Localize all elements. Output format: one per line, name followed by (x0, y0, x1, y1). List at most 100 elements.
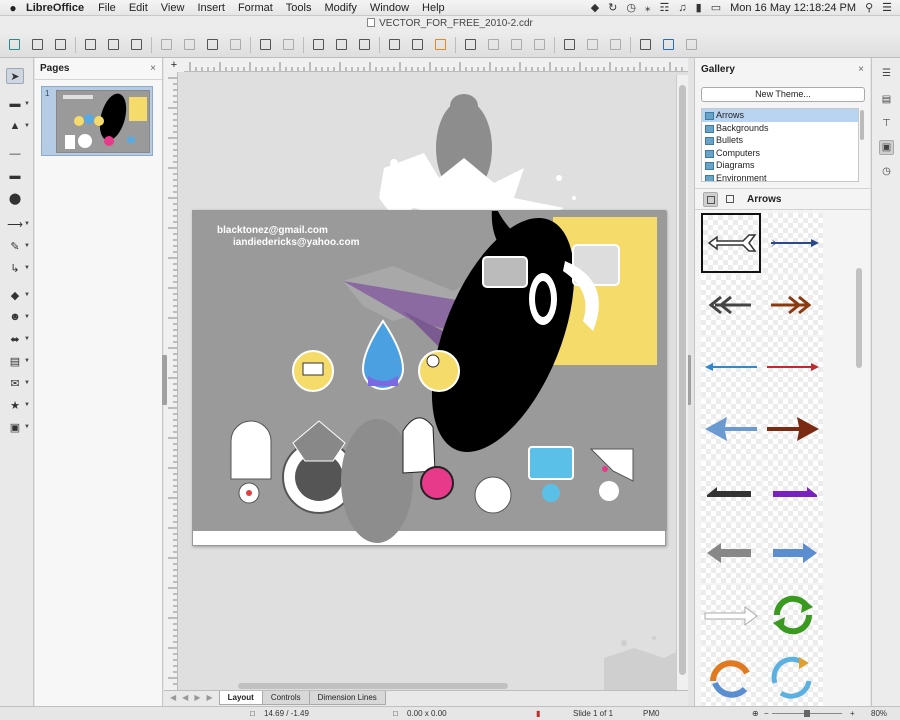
gallery-item-cycle-green[interactable] (763, 585, 823, 645)
master-slides-icon[interactable]: ▤ (879, 92, 894, 107)
theme-item-environment[interactable]: Environment (702, 172, 858, 181)
fit-zoom-icon[interactable]: ⊕ (752, 709, 759, 718)
line-tool-icon[interactable]: — (6, 146, 24, 162)
gallery-item-arrow-red-thin[interactable] (763, 337, 823, 397)
select-tool-icon[interactable]: ➤ (6, 68, 24, 84)
menu-window[interactable]: Window (370, 2, 409, 14)
basic-shapes-icon[interactable]: ◆ ▼ (6, 287, 30, 303)
gallery-item-arrow-light-blue[interactable] (763, 523, 823, 583)
properties-icon[interactable]: ☰ (879, 66, 894, 81)
slide-email-1[interactable]: blacktonez@gmail.com (217, 225, 328, 236)
horizontal-scroll-thumb[interactable] (238, 683, 508, 689)
menu-modify[interactable]: Modify (324, 2, 356, 14)
tab-nav-prev-icon[interactable]: ◀ (182, 691, 188, 705)
helplines-icon[interactable] (333, 36, 350, 53)
callouts-icon[interactable]: ✉ ▼ (6, 375, 30, 391)
undo-icon[interactable] (257, 36, 274, 53)
drawing-canvas[interactable]: + blacktonez@gmail.com iandiedericks@yah… (164, 58, 688, 690)
export-icon[interactable] (82, 36, 99, 53)
apple-icon[interactable]: ● (0, 1, 26, 15)
tab-nav-next-icon[interactable]: ▶ (194, 691, 200, 705)
3d-objects-icon[interactable]: ▣ ▼ (6, 419, 30, 435)
pages-panel-collapse-handle[interactable] (162, 355, 167, 405)
fill-color-icon[interactable]: ▲ ▼ (6, 118, 30, 134)
theme-list-scrollbar[interactable] (859, 108, 865, 182)
sync-icon[interactable]: ↻ (608, 1, 617, 14)
crop-icon[interactable] (584, 36, 601, 53)
page-thumbnail[interactable] (56, 90, 150, 153)
gallery-item-arrow-dark-flat[interactable] (701, 461, 761, 521)
zoom-in-icon[interactable]: + (850, 709, 855, 718)
tab-nav-last-icon[interactable]: ▶ (206, 691, 212, 705)
points-icon[interactable] (637, 36, 654, 53)
menu-file[interactable]: File (98, 2, 116, 14)
print-icon[interactable] (128, 36, 145, 53)
canvas-vertical-scrollbar[interactable] (676, 75, 688, 690)
distribute-icon[interactable] (531, 36, 548, 53)
arrange-icon[interactable] (508, 36, 525, 53)
gallery-item-double-chevron-right[interactable] (763, 275, 823, 335)
app-menu[interactable]: LibreOffice (26, 2, 84, 14)
flowchart-icon[interactable]: ▤ ▼ (6, 353, 30, 369)
gallery-item-double-chevron-left[interactable] (701, 275, 761, 335)
gallery-icon[interactable]: ▣ (879, 140, 894, 155)
battery-icon[interactable]: ▮ (696, 1, 702, 14)
paste-icon[interactable] (204, 36, 221, 53)
gallery-item-arrow-purple-flat[interactable] (763, 461, 823, 521)
spotlight-icon[interactable]: ⚲ (865, 1, 873, 14)
export-pdf-icon[interactable] (105, 36, 122, 53)
new-theme-button[interactable]: New Theme... (701, 87, 865, 102)
gallery-item-cycle-blue[interactable] (763, 647, 823, 707)
bluetooth-icon[interactable]: ⁎ (645, 1, 651, 14)
theme-item-arrows[interactable]: Arrows (702, 109, 858, 122)
notification-center-icon[interactable]: ☰ (882, 1, 892, 14)
document-modified-icon[interactable]: ▮ (536, 709, 540, 718)
image-icon[interactable] (386, 36, 403, 53)
menu-insert[interactable]: Insert (197, 2, 225, 14)
curve-tool-icon[interactable]: ✎ ▼ (6, 238, 30, 254)
line-arrow-tool-icon[interactable]: ⟶ ▼ (6, 216, 30, 232)
rectangle-tool-icon[interactable]: ▬ (6, 168, 24, 184)
pages-panel-close-icon[interactable]: × (150, 58, 156, 80)
gallery-item-arrow-brown-bold[interactable] (763, 399, 823, 459)
menu-help[interactable]: Help (422, 2, 445, 14)
menu-tools[interactable]: Tools (286, 2, 312, 14)
redo-icon[interactable] (280, 36, 297, 53)
zoom-out-icon[interactable]: − (764, 709, 769, 718)
theme-list-scroll-thumb[interactable] (860, 110, 864, 140)
slide-email-2[interactable]: iandiedericks@yahoo.com (233, 237, 359, 248)
stars-icon[interactable]: ★ ▼ (6, 397, 30, 413)
copy-icon[interactable] (181, 36, 198, 53)
textbox-icon[interactable] (409, 36, 426, 53)
icon-view-icon[interactable] (703, 192, 718, 207)
block-arrows-icon[interactable]: ⬌ ▼ (6, 331, 30, 347)
theme-item-computers[interactable]: Computers (702, 147, 858, 160)
glue-points-icon[interactable] (660, 36, 677, 53)
menu-view[interactable]: View (161, 2, 185, 14)
vertical-scroll-thumb[interactable] (679, 85, 686, 675)
slide-page[interactable]: blacktonez@gmail.com iandiedericks@yahoo… (192, 210, 667, 546)
line-color-icon[interactable]: ▬ ▼ (6, 96, 31, 112)
gallery-item-arrow-outline[interactable] (701, 213, 761, 273)
filter-icon[interactable] (607, 36, 624, 53)
gallery-item-arrow-navy[interactable] (763, 213, 823, 273)
history-icon[interactable]: ◷ (626, 1, 636, 14)
align-icon[interactable] (485, 36, 502, 53)
menu-edit[interactable]: Edit (129, 2, 148, 14)
volume-icon[interactable]: ♫ (678, 2, 686, 14)
gallery-scrollbar[interactable] (855, 266, 863, 720)
theme-item-bullets[interactable]: Bullets (702, 134, 858, 147)
transformations-icon[interactable] (462, 36, 479, 53)
styles-icon[interactable]: ⊤ (879, 116, 894, 131)
gallery-scroll-thumb[interactable] (856, 268, 862, 368)
page-thumbnail-selected[interactable]: 1 (41, 86, 153, 156)
dropbox-icon[interactable]: ◆ (591, 1, 599, 14)
menubar-clock[interactable]: Mon 16 May 12:18:24 PM (730, 2, 856, 14)
shadow-icon[interactable] (561, 36, 578, 53)
tab-controls[interactable]: Controls (261, 691, 310, 705)
zoom-slider-knob[interactable] (804, 710, 810, 717)
gallery-item-cycle-orange[interactable] (701, 647, 761, 707)
detailed-view-icon[interactable] (723, 192, 738, 207)
gallery-item-arrow-gray[interactable] (701, 523, 761, 583)
gallery-close-icon[interactable]: × (858, 58, 864, 82)
